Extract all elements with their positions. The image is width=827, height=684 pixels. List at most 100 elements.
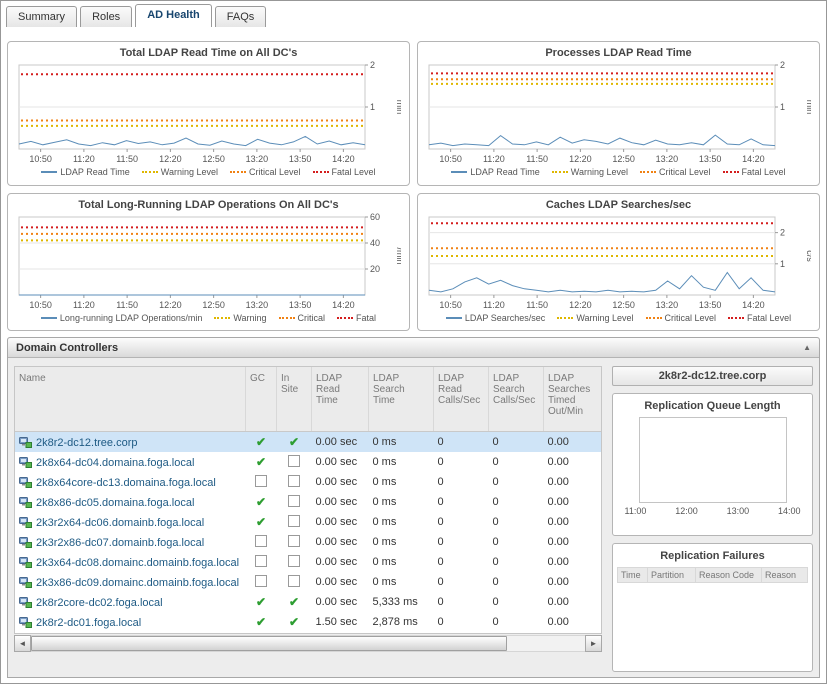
queue-xaxis-label: 11:00: [625, 506, 647, 516]
legend-line-icon: [728, 317, 744, 319]
column-header[interactable]: LDAP Search Calls/Sec: [489, 367, 544, 432]
checked-icon: ✔: [256, 455, 266, 469]
dc-name[interactable]: 2k3x86-dc09.domainc.domainb.foga.local: [36, 577, 239, 589]
dc-name[interactable]: 2k8x86-dc05.domaina.foga.local: [36, 497, 194, 509]
tab-summary[interactable]: Summary: [6, 6, 77, 27]
svg-text:60: 60: [370, 212, 380, 222]
dc-metric-cell: 0 ms: [369, 492, 434, 512]
legend-item: Long-running LDAP Operations/min: [41, 313, 202, 323]
svg-text:min: min: [395, 100, 401, 115]
scroll-left-button[interactable]: ◄: [14, 635, 31, 652]
horizontal-scrollbar[interactable]: ◄ ►: [14, 635, 602, 652]
column-header[interactable]: LDAP Search Time: [369, 367, 434, 432]
scroll-right-button[interactable]: ►: [585, 635, 602, 652]
svg-text:12:20: 12:20: [569, 300, 592, 310]
legend-item: Fatal: [337, 313, 376, 323]
dc-table-area: NameGCIn SiteLDAP Read TimeLDAP Search T…: [14, 366, 602, 672]
chart-legend: Long-running LDAP Operations/minWarningC…: [11, 311, 406, 324]
dc-metric-cell: 0: [434, 492, 489, 512]
dc-detail-panel: 2k8r2-dc12.tree.corp Replication Queue L…: [612, 366, 813, 672]
dc-name[interactable]: 2k8r2-dc12.tree.corp: [36, 437, 138, 449]
legend-item: LDAP Searches/sec: [446, 313, 545, 323]
legend-line-icon: [337, 317, 353, 319]
dc-table-row[interactable]: 2k8x86-dc05.domaina.foga.local✔0.00 sec0…: [15, 492, 602, 512]
svg-text:13:50: 13:50: [699, 300, 722, 310]
chart-title: Caches LDAP Searches/sec: [421, 195, 816, 211]
dc-table-row[interactable]: 2k8x64core-dc13.domaina.foga.local 0.00 s…: [15, 472, 602, 492]
dc-metric-cell: 0 ms: [369, 432, 434, 453]
dc-name[interactable]: 2k8x64-dc04.domaina.foga.local: [36, 457, 194, 469]
svg-text:2: 2: [370, 60, 375, 70]
checked-icon: ✔: [256, 495, 266, 509]
legend-item: Critical: [279, 313, 326, 323]
dc-metric-cell: 0: [434, 612, 489, 632]
svg-text:13:20: 13:20: [656, 154, 679, 164]
dc-name[interactable]: 2k3r2x86-dc07.domainb.foga.local: [36, 537, 204, 549]
dc-metric-cell: 0: [489, 492, 544, 512]
dc-metric-cell: 0.00: [544, 452, 603, 472]
legend-item: Fatal Level: [728, 313, 791, 323]
dc-metric-cell: 0.00 sec: [312, 472, 369, 492]
svg-text:1: 1: [780, 259, 785, 269]
svg-text:/min: /min: [395, 247, 401, 264]
scrollbar-track[interactable]: [31, 635, 585, 652]
domain-controllers-header[interactable]: Domain Controllers ▲: [8, 338, 819, 358]
domain-controller-icon: [19, 496, 32, 508]
dc-metric-cell: 0.00 sec: [312, 452, 369, 472]
svg-text:14:20: 14:20: [742, 300, 765, 310]
dc-metric-cell: 0: [489, 572, 544, 592]
dc-name[interactable]: 2k8r2core-dc02.foga.local: [36, 597, 163, 609]
svg-text:10:50: 10:50: [29, 300, 52, 310]
replication-queue-panel: Replication Queue Length 11:0012:0013:00…: [612, 393, 813, 536]
scrollbar-thumb[interactable]: [31, 636, 507, 651]
chart-plot-area: 12min10:5011:2011:5012:2012:5013:2013:50…: [11, 59, 406, 165]
dc-table-row[interactable]: 2k8r2-dc12.tree.corp✔✔0.00 sec0 ms000.00…: [15, 432, 602, 453]
dc-table-row[interactable]: 2k3x86-dc09.domainc.domainb.foga.local0.…: [15, 572, 602, 592]
dc-metric-cell: 0: [434, 592, 489, 612]
svg-text:13:20: 13:20: [656, 300, 679, 310]
column-header[interactable]: Name: [15, 367, 246, 432]
column-header[interactable]: LDAP Searches Timed Out/Min: [544, 367, 603, 432]
dc-name[interactable]: 2k3x64-dc08.domainc.domainb.foga.local: [36, 557, 239, 569]
dc-table-row[interactable]: 2k3x64-dc08.domainc.domainb.foga.local0.…: [15, 552, 602, 572]
dc-metric-cell: 0: [489, 612, 544, 632]
dc-metric-cell: 0: [434, 432, 489, 453]
legend-item: Fatal Level: [313, 167, 376, 177]
column-header[interactable]: GC: [246, 367, 277, 432]
dc-table-row[interactable]: 2k3r2x64-dc06.domainb.foga.local✔0.00 se…: [15, 512, 602, 532]
column-header[interactable]: LDAP Read Time: [312, 367, 369, 432]
failures-column-header[interactable]: Partition: [648, 568, 696, 582]
replication-queue-xaxis: 11:0012:0013:0014:00: [625, 506, 801, 516]
failures-column-header[interactable]: Reason: [762, 568, 807, 582]
legend-line-icon: [41, 317, 57, 319]
dc-name[interactable]: 2k3r2x64-dc06.domainb.foga.local: [36, 517, 204, 529]
svg-text:10:50: 10:50: [439, 300, 462, 310]
svg-text:11:50: 11:50: [526, 300, 548, 310]
collapse-arrow-icon[interactable]: ▲: [803, 343, 811, 352]
failures-column-header[interactable]: Time: [618, 568, 648, 582]
ad-health-page: SummaryRolesAD HealthFAQs Total LDAP Rea…: [0, 0, 827, 684]
svg-text:11:50: 11:50: [116, 300, 138, 310]
dc-table-row[interactable]: 2k8r2-dc01.foga.local✔✔1.50 sec2,878 ms0…: [15, 612, 602, 632]
dc-table-row[interactable]: 2k3r2x86-dc07.domainb.foga.local0.00 sec…: [15, 532, 602, 552]
legend-line-icon: [640, 171, 656, 173]
tab-faqs[interactable]: FAQs: [215, 6, 267, 27]
legend-line-icon: [557, 317, 573, 319]
unchecked-box-icon: [288, 555, 300, 567]
column-header[interactable]: LDAP Read Calls/Sec: [434, 367, 489, 432]
dc-metric-cell: 0: [434, 572, 489, 592]
legend-item: Critical Level: [230, 167, 301, 177]
dc-table-row[interactable]: 2k8r2core-dc02.foga.local✔✔0.00 sec5,333…: [15, 592, 602, 612]
panel-title: Domain Controllers: [16, 342, 118, 354]
queue-xaxis-label: 13:00: [727, 506, 750, 516]
column-header[interactable]: In Site: [277, 367, 312, 432]
tab-ad-health[interactable]: AD Health: [135, 4, 212, 27]
dc-name[interactable]: 2k8r2-dc01.foga.local: [36, 617, 141, 629]
legend-line-icon: [230, 171, 246, 173]
dc-name[interactable]: 2k8x64core-dc13.domaina.foga.local: [36, 477, 216, 489]
legend-line-icon: [646, 317, 662, 319]
dc-table-row[interactable]: 2k8x64-dc04.domaina.foga.local ✔ 0.00 sec 0…: [15, 452, 602, 472]
failures-column-header[interactable]: Reason Code: [696, 568, 762, 582]
svg-text:11:20: 11:20: [73, 154, 95, 164]
tab-roles[interactable]: Roles: [80, 6, 132, 27]
